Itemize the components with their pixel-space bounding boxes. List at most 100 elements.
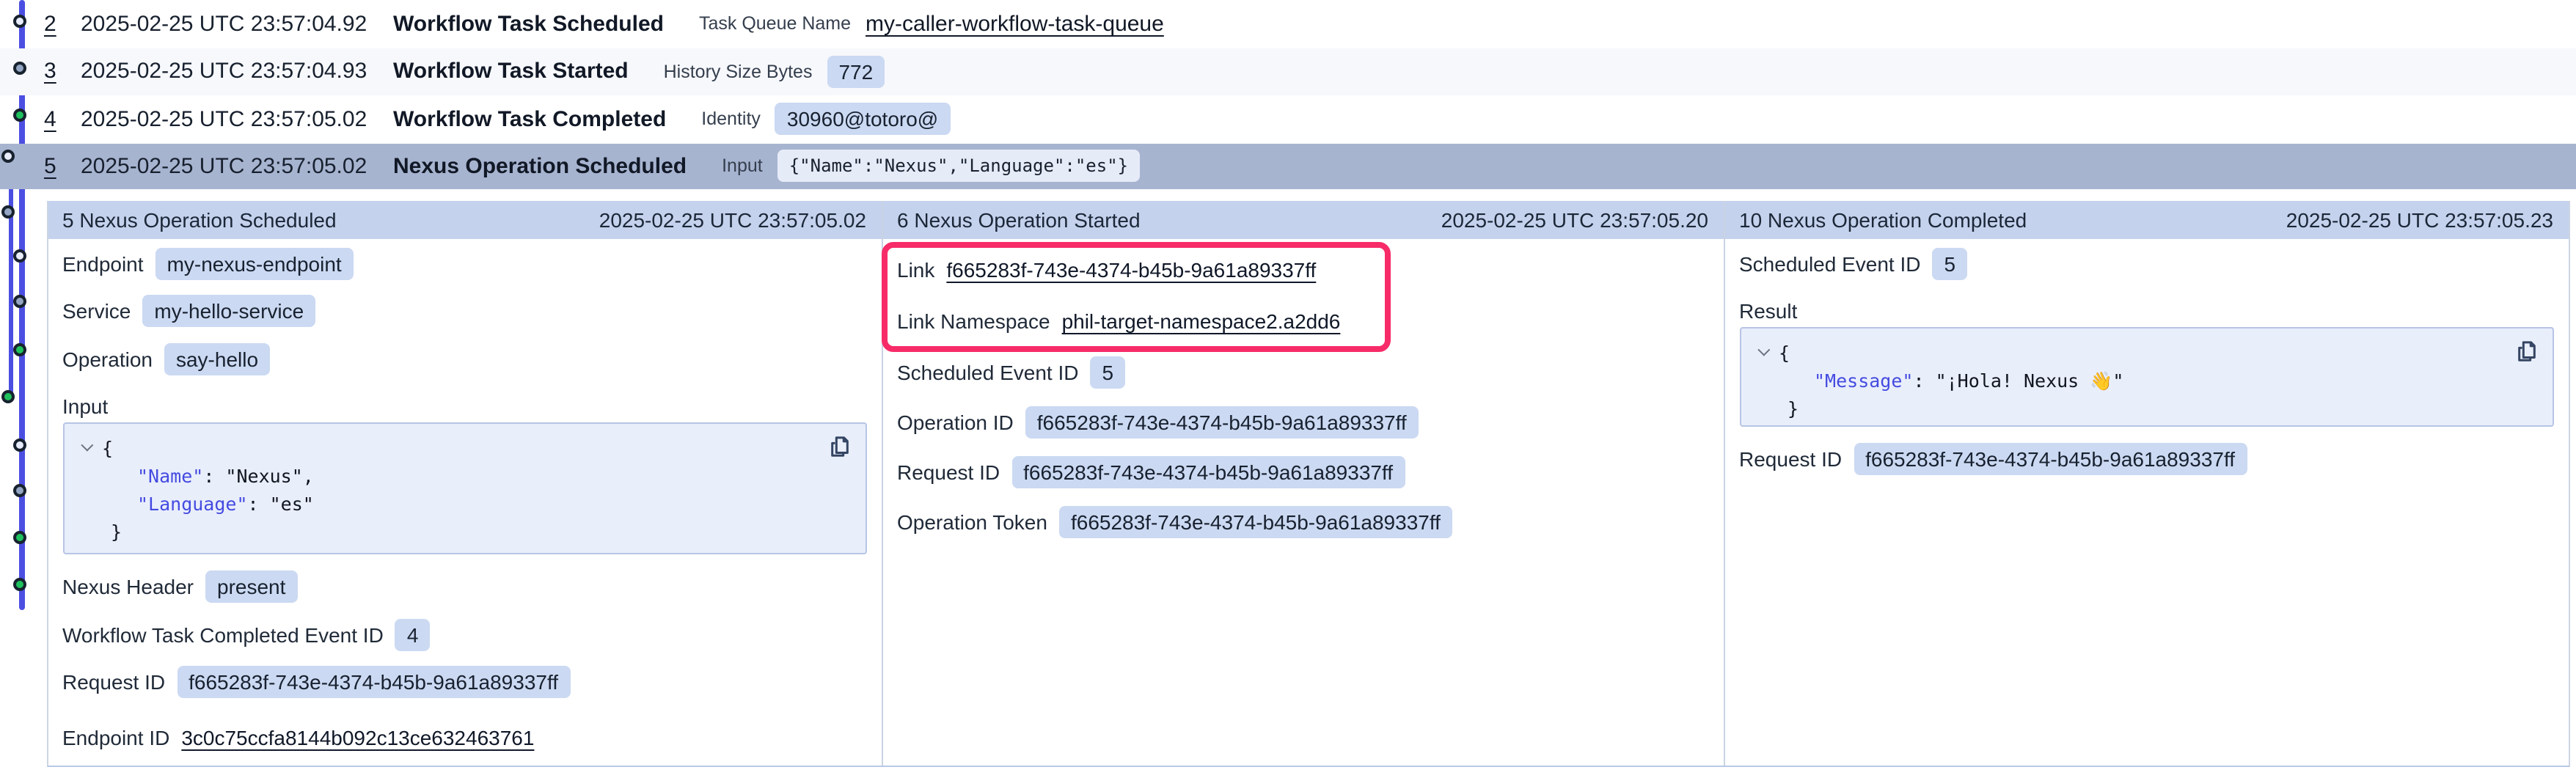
panel-header: 6 Nexus Operation Started 2025-02-25 UTC…	[882, 200, 1723, 238]
event-id-link[interactable]: 2	[44, 12, 81, 37]
event-time: 2025-02-25 UTC 23:57:05.02	[81, 107, 393, 132]
panel-title: 5 Nexus Operation Scheduled	[62, 208, 337, 231]
panel-timestamp: 2025-02-25 UTC 23:57:05.02	[599, 208, 866, 231]
event-history-view: 2 2025-02-25 UTC 23:57:04.92 Workflow Ta…	[0, 0, 2576, 773]
field-value-badge: my-nexus-endpoint	[155, 247, 354, 279]
field-value-badge: my-hello-service	[142, 295, 315, 327]
field-operation-token: Operation Token f665283f-743e-4374-b45b-…	[897, 505, 1708, 537]
panel-timestamp: 2025-02-25 UTC 23:57:05.20	[1441, 208, 1708, 231]
timeline-dot-scheduled	[12, 249, 26, 262]
panel-title: 6 Nexus Operation Started	[897, 208, 1141, 231]
event-attr-value-badge: 30960@totoro@	[775, 103, 950, 136]
field-workflow-task-completed-event-id: Workflow Task Completed Event ID 4	[62, 618, 866, 650]
field-label: Link	[897, 257, 934, 281]
event-row[interactable]: 2 2025-02-25 UTC 23:57:04.92 Workflow Ta…	[0, 0, 2576, 48]
event-id-link[interactable]: 3	[44, 59, 81, 84]
link-event-link[interactable]: f665283f-743e-4374-b45b-9a61a89337ff	[946, 257, 1316, 281]
timeline-dot-completed	[12, 342, 26, 356]
panel-header: 5 Nexus Operation Scheduled 2025-02-25 U…	[48, 200, 881, 238]
field-scheduled-event-id: Scheduled Event ID 5	[1739, 247, 2553, 279]
chevron-down-icon[interactable]	[80, 439, 92, 452]
event-name: Workflow Task Started	[393, 59, 629, 84]
timeline-dot-scheduled	[1, 149, 15, 162]
field-request-id: Request ID f665283f-743e-4374-b45b-9a61a…	[1739, 443, 2553, 475]
field-link-namespace: Link Namespace phil-target-namespace2.a2…	[897, 304, 1708, 337]
field-value-badge: f665283f-743e-4374-b45b-9a61a89337ff	[1854, 443, 2247, 475]
field-label: Scheduled Event ID	[1739, 252, 1921, 275]
field-label: Result	[1739, 299, 1797, 323]
copy-icon[interactable]	[2515, 340, 2537, 362]
event-list: 2 2025-02-25 UTC 23:57:04.92 Workflow Ta…	[0, 0, 2576, 188]
field-label: Input	[62, 394, 108, 418]
field-label: Endpoint	[62, 252, 144, 275]
field-label: Operation ID	[897, 410, 1014, 433]
field-label: Scheduled Event ID	[897, 360, 1079, 384]
field-scheduled-event-id: Scheduled Event ID 5	[897, 356, 1708, 388]
copy-icon[interactable]	[828, 436, 850, 458]
panel-nexus-operation-scheduled: 5 Nexus Operation Scheduled 2025-02-25 U…	[48, 200, 881, 765]
panel-title: 10 Nexus Operation Completed	[1739, 208, 2027, 231]
field-request-id: Request ID f665283f-743e-4374-b45b-9a61a…	[897, 455, 1708, 488]
panel-nexus-operation-completed: 10 Nexus Operation Completed 2025-02-25 …	[1723, 200, 2568, 765]
timeline-dot-completed	[12, 577, 26, 590]
timeline-dot-completed	[12, 530, 26, 543]
endpoint-id-link[interactable]: 3c0c75ccfa8144b092c13ce632463761	[181, 726, 534, 749]
field-label: Service	[62, 299, 131, 323]
event-detail-panels: 5 Nexus Operation Scheduled 2025-02-25 U…	[46, 200, 2569, 766]
link-namespace-link[interactable]: phil-target-namespace2.a2dd6	[1062, 309, 1341, 332]
field-value-badge: 5	[1091, 356, 1126, 388]
field-result: Result	[1739, 295, 2553, 327]
event-attr-label: Identity	[701, 109, 761, 130]
field-endpoint-id: Endpoint ID 3c0c75ccfa8144b092c13ce63246…	[62, 722, 866, 754]
event-attr-label: Input	[722, 155, 763, 176]
field-label: Request ID	[897, 460, 1000, 483]
field-operation-id: Operation ID f665283f-743e-4374-b45b-9a6…	[897, 405, 1708, 438]
field-nexus-header: Nexus Header present	[62, 570, 866, 603]
event-name: Workflow Task Scheduled	[393, 12, 664, 37]
field-label: Nexus Header	[62, 575, 194, 598]
field-request-id: Request ID f665283f-743e-4374-b45b-9a61a…	[62, 666, 866, 698]
event-id-link[interactable]: 4	[44, 107, 81, 132]
event-attr-value-badge: 772	[827, 56, 885, 88]
field-label: Link Namespace	[897, 309, 1050, 332]
event-name: Nexus Operation Scheduled	[393, 153, 687, 178]
field-value-badge: 4	[395, 618, 431, 650]
panel-timestamp: 2025-02-25 UTC 23:57:05.23	[2286, 208, 2553, 231]
json-viewer-input: { "Name": "Nexus", "Language": "es" }	[62, 422, 866, 554]
event-row-selected[interactable]: 5 2025-02-25 UTC 23:57:05.02 Nexus Opera…	[0, 143, 2576, 188]
field-value-badge: f665283f-743e-4374-b45b-9a61a89337ff	[1025, 405, 1419, 438]
field-label: Workflow Task Completed Event ID	[62, 623, 384, 646]
timeline-branch-line	[9, 158, 13, 402]
field-service: Service my-hello-service	[62, 295, 866, 327]
task-queue-link[interactable]: my-caller-workflow-task-queue	[866, 12, 1164, 37]
field-label: Operation Token	[897, 510, 1047, 533]
timeline-dot-started	[12, 294, 26, 307]
panel-nexus-operation-started: 6 Nexus Operation Started 2025-02-25 UTC…	[881, 200, 1723, 765]
timeline-dot-started	[12, 61, 26, 74]
event-attr-label: Task Queue Name	[699, 14, 851, 34]
timeline-dot-completed	[1, 389, 15, 403]
field-link: Link f665283f-743e-4374-b45b-9a61a89337f…	[897, 253, 1708, 285]
event-id-link[interactable]: 5	[44, 153, 81, 178]
field-input: Input	[62, 390, 866, 422]
panel-header: 10 Nexus Operation Completed 2025-02-25 …	[1724, 200, 2568, 238]
event-attr-label: History Size Bytes	[664, 62, 813, 82]
event-name: Workflow Task Completed	[393, 107, 666, 132]
field-value-badge: f665283f-743e-4374-b45b-9a61a89337ff	[1011, 455, 1405, 488]
chevron-down-icon[interactable]	[1757, 344, 1769, 356]
field-label: Request ID	[62, 670, 165, 694]
field-label: Request ID	[1739, 447, 1842, 471]
event-row[interactable]: 3 2025-02-25 UTC 23:57:04.93 Workflow Ta…	[0, 48, 2576, 95]
event-time: 2025-02-25 UTC 23:57:05.02	[81, 153, 393, 178]
timeline-dot-started	[12, 483, 26, 496]
field-endpoint: Endpoint my-nexus-endpoint	[62, 247, 866, 279]
field-value-badge: say-hello	[164, 342, 270, 375]
event-time: 2025-02-25 UTC 23:57:04.93	[81, 59, 393, 84]
event-time: 2025-02-25 UTC 23:57:04.92	[81, 12, 393, 37]
event-input-badge: {"Name":"Nexus","Language":"es"}	[777, 150, 1140, 182]
event-row[interactable]: 4 2025-02-25 UTC 23:57:05.02 Workflow Ta…	[0, 95, 2576, 143]
timeline-dot-completed	[12, 108, 26, 121]
field-value-badge: f665283f-743e-4374-b45b-9a61a89337ff	[1059, 505, 1452, 537]
field-label: Endpoint ID	[62, 726, 169, 749]
timeline-dot-started	[1, 205, 15, 218]
